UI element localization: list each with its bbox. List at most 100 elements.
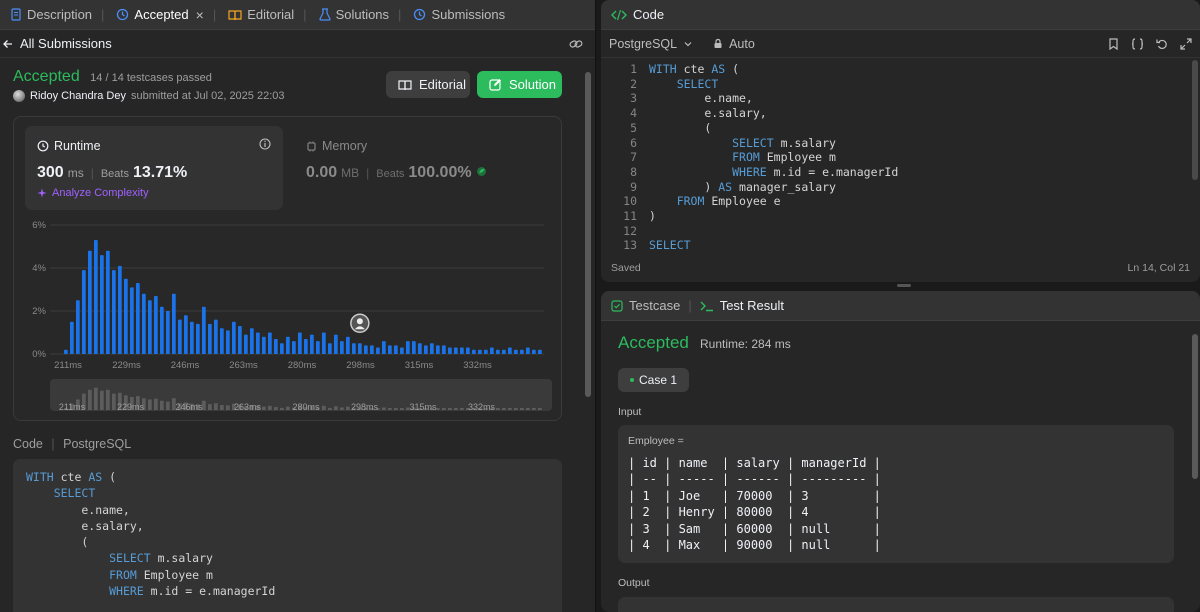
right-pane: Code PostgreSQL Auto 1 2 3 4 5 6 7 8 9 1… — [601, 0, 1200, 612]
mini-x-tick-label: 298ms — [351, 402, 379, 412]
solution-button[interactable]: Solution — [477, 71, 562, 98]
mini-bar — [274, 407, 278, 410]
left-tab-bar: Description | Accepted × | Editorial | S… — [0, 0, 595, 30]
tab-submissions[interactable]: Submissions — [407, 0, 511, 30]
mini-x-tick-label: 263ms — [234, 402, 262, 412]
case-1-tab[interactable]: Case 1 — [618, 368, 689, 392]
link-icon[interactable] — [569, 38, 583, 50]
result-scrollbar[interactable] — [1192, 334, 1198, 479]
editor-scrollbar[interactable] — [1192, 60, 1198, 180]
chart-bar — [328, 343, 332, 354]
history-icon — [413, 8, 426, 21]
mini-x-tick-label: 246ms — [175, 402, 203, 412]
author-name[interactable]: Ridoy Chandra Dey — [30, 90, 126, 102]
result-tab-bar: Testcase | Test Result — [601, 291, 1200, 321]
chart-bar — [412, 341, 416, 354]
memory-title[interactable]: Memory — [306, 139, 367, 153]
left-scrollbar[interactable] — [585, 72, 591, 397]
chart-bar — [352, 343, 356, 354]
line-number: 6 — [630, 135, 637, 150]
mini-bar — [454, 408, 458, 410]
editorial-button-label: Editorial — [419, 77, 466, 92]
braces-icon[interactable] — [1131, 37, 1144, 50]
checkbox-icon — [611, 299, 623, 312]
x-tick-label: 211ms — [54, 360, 82, 371]
memory-beats-label: Beats — [376, 168, 405, 180]
reset-icon[interactable] — [1156, 38, 1168, 50]
chart-bar — [112, 270, 116, 354]
tab-editorial[interactable]: Editorial | — [222, 0, 312, 30]
all-submissions-link[interactable]: All Submissions — [2, 36, 112, 51]
chart-bar — [436, 345, 440, 354]
code-panel-tab[interactable]: Code — [601, 0, 1200, 30]
runtime-card[interactable]: Runtime 300 ms | Beats 13.71% Analyze Co — [25, 126, 283, 210]
mini-bar — [226, 405, 230, 410]
marker-avatar-head — [356, 318, 363, 325]
mini-bar — [508, 408, 512, 410]
editor-line: ) — [649, 209, 656, 224]
mini-bar — [154, 398, 158, 410]
editor-code[interactable]: WITH cte AS ( SELECT e.name, e.salary, (… — [649, 62, 898, 250]
chart-bar — [286, 336, 290, 354]
runtime-beats-label: Beats — [100, 168, 129, 180]
editor-footer: Saved Ln 14, Col 21 — [601, 254, 1200, 282]
tab-description[interactable]: Description | — [4, 0, 110, 30]
expand-icon[interactable] — [1180, 37, 1192, 50]
tab-testcase[interactable]: Testcase — [629, 298, 680, 313]
tab-solutions[interactable]: Solutions | — [313, 0, 408, 30]
chart-bar — [334, 334, 338, 354]
mini-bar — [388, 408, 392, 410]
chart-bar — [208, 323, 212, 354]
memory-beats: 100.00% — [408, 164, 472, 181]
editor-line: FROM Employee e — [676, 194, 781, 209]
mini-bar — [328, 407, 332, 410]
runtime-distribution-chart[interactable]: 6% 4% 2% 0% 211ms 229ms 246ms 263ms 280ms 298ms 31… — [14, 215, 563, 420]
info-icon[interactable] — [259, 138, 271, 150]
x-tick-label: 246ms — [171, 360, 200, 371]
analyze-complexity-link[interactable]: Analyze Complexity — [37, 187, 149, 199]
code-section-lang: PostgreSQL — [63, 437, 132, 451]
editorial-button[interactable]: Editorial — [386, 71, 470, 98]
mini-bar — [460, 408, 464, 410]
mini-bar — [112, 393, 116, 410]
x-tick-label: 298ms — [346, 360, 375, 371]
chart-bar — [532, 349, 536, 354]
chart-bar — [262, 336, 266, 354]
tab-test-result[interactable]: Test Result — [720, 298, 784, 313]
chart-bar — [238, 326, 242, 354]
panel-resize-handle[interactable] — [897, 284, 911, 287]
code-panel-title: Code — [633, 7, 665, 22]
leaf-icon — [476, 166, 487, 177]
chart-bar — [118, 265, 122, 354]
chart-bar — [100, 255, 104, 354]
memory-label: Memory — [322, 139, 368, 153]
language-select[interactable]: PostgreSQL — [609, 37, 677, 51]
bookmark-icon[interactable] — [1108, 37, 1119, 50]
code-editor[interactable]: 1 2 3 4 5 6 7 8 9 10 11 12 13 WITH cte AS ( SELECT e… — [601, 60, 1200, 250]
chart-bar — [454, 347, 458, 354]
mini-bar — [442, 408, 446, 410]
chart-bar — [400, 347, 404, 354]
code-editor-panel: Code PostgreSQL Auto 1 2 3 4 5 6 7 8 9 1… — [601, 0, 1200, 282]
chart-bar — [382, 341, 386, 354]
code-line: ( — [26, 535, 89, 550]
mini-x-tick-label: 280ms — [292, 402, 320, 412]
chart-bar — [232, 321, 236, 354]
case-1-label: Case 1 — [638, 373, 678, 387]
mini-bar — [394, 408, 398, 410]
chevron-down-icon[interactable] — [683, 39, 693, 49]
chart-bar — [136, 283, 140, 354]
editor-line: ) AS manager_salary — [649, 179, 836, 194]
close-icon[interactable]: × — [196, 7, 204, 23]
avatar[interactable] — [13, 90, 25, 102]
tab-submissions-label: Submissions — [431, 7, 506, 22]
runtime-title: Runtime — [37, 139, 101, 153]
tab-accepted[interactable]: Accepted × | — [110, 0, 222, 30]
runtime-value: 300 — [37, 164, 64, 181]
auto-mode[interactable]: Auto — [729, 37, 755, 51]
test-result-panel: Testcase | Test Result Accepted Runtime:… — [601, 291, 1200, 612]
sparkle-icon — [37, 188, 48, 199]
input-label: Input — [618, 406, 642, 418]
flask-icon — [318, 8, 331, 21]
